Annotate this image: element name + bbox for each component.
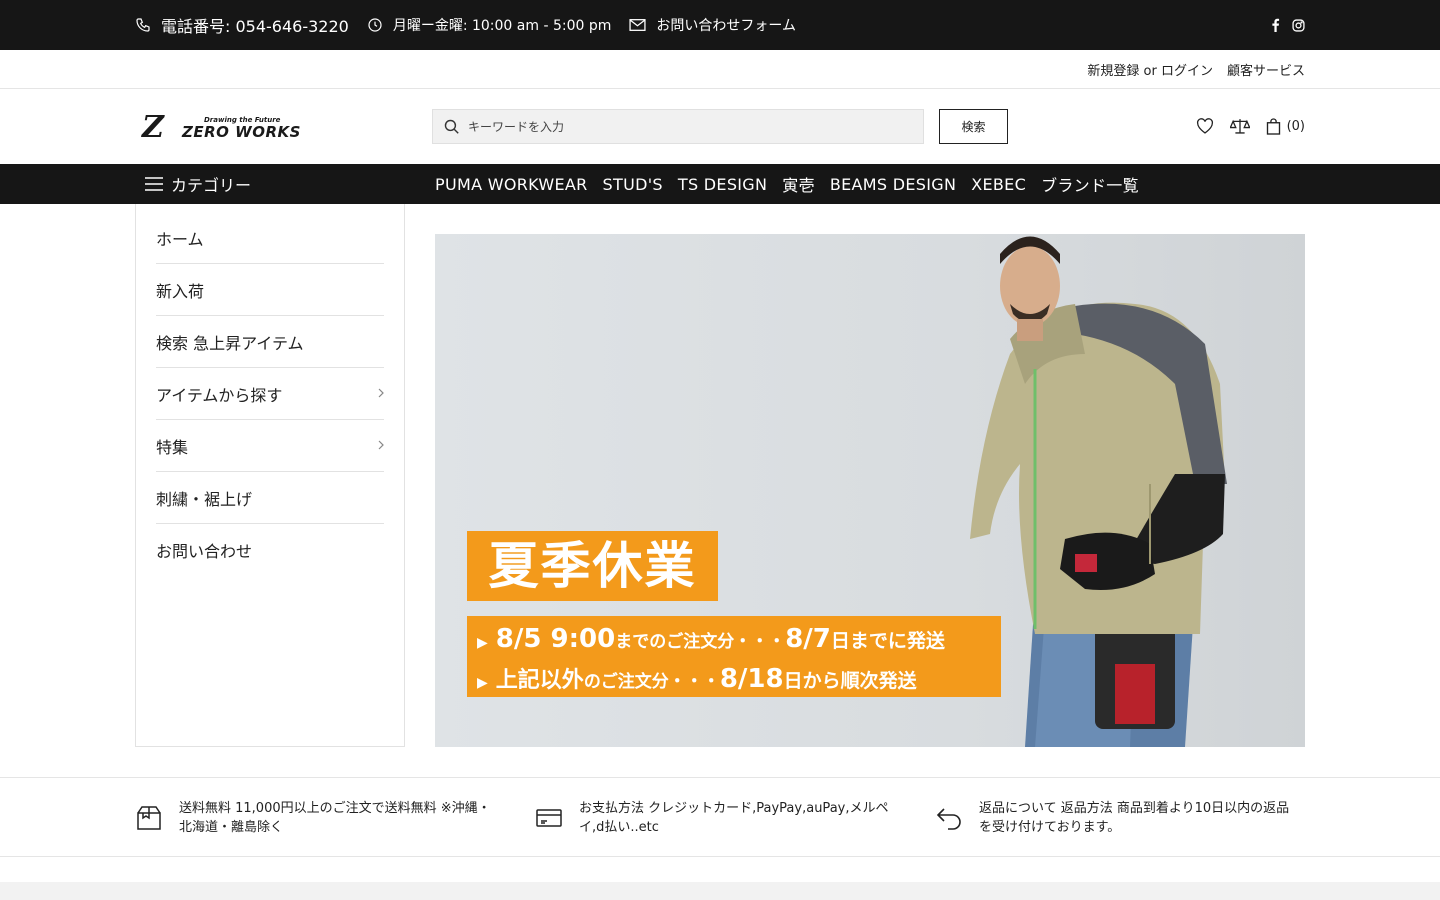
sidebar-item-label: アイテムから探す (156, 385, 283, 405)
category-sidebar: ホーム 新入荷 検索 急上昇アイテム アイテムから探す 特集 刺繍・裾上げ お問… (135, 204, 405, 747)
banner-title: 夏季休業 (467, 531, 718, 601)
return-arrow-icon (936, 808, 961, 830)
nav-link-puma-workwear[interactable]: PUMA WORKWEAR (435, 175, 588, 194)
banner-line-2: ▶ 上記以外のご注文分・・・8/18日から順次発送 (477, 662, 917, 694)
nav-link-brand-list[interactable]: ブランド一覧 (1041, 172, 1139, 196)
logo-wordmark: ZERO WORKS (182, 123, 301, 141)
banner-line1-suffix: 日までに発送 (830, 630, 945, 652)
credit-card-icon (536, 809, 562, 827)
hamburger-menu-icon (145, 177, 163, 191)
hero-banner[interactable]: 夏季休業 ▶ 8/5 9:00までのご注文分・・・8/7日までに発送 ▶ 上記以… (435, 234, 1305, 747)
sidebar-item-new-arrivals[interactable]: 新入荷 (156, 264, 384, 316)
feature-returns-text: 返品について 返品方法 商品到着より10日以内の返品を受け付けております。 (979, 801, 1290, 835)
sidebar-item-trending[interactable]: 検索 急上昇アイテム (156, 316, 384, 368)
nav-link-toraichi[interactable]: 寅壱 (782, 172, 815, 196)
banner-line1-date: 8/5 9:00 (495, 624, 616, 654)
banner-shipping-info: ▶ 8/5 9:00までのご注文分・・・8/7日までに発送 ▶ 上記以外のご注文… (467, 616, 1001, 697)
clock-icon (368, 18, 382, 32)
main-nav: カテゴリー PUMA WORKWEAR STUD'S TS DESIGN 寅壱 … (0, 164, 1440, 204)
search-box (432, 109, 924, 144)
sidebar-item-embroidery-hemming[interactable]: 刺繍・裾上げ (156, 472, 384, 524)
sidebar-item-label: お問い合わせ (156, 542, 253, 561)
feature-payment-text: お支払方法 クレジットカード,PayPay,auPay,メルペイ,d払い..et… (579, 801, 889, 835)
chevron-right-icon (378, 388, 384, 398)
customer-service-link[interactable]: 顧客サービス (1227, 60, 1305, 79)
sidebar-item-features[interactable]: 特集 (156, 420, 384, 472)
feature-free-shipping-text: 送料無料 11,000円以上のご注文で送料無料 ※沖縄・北海道・離島除く (179, 801, 491, 835)
banner-line1-text: までのご注文分・・・ (615, 632, 786, 652)
search-button[interactable]: 検索 (939, 109, 1008, 144)
mail-icon (629, 19, 646, 31)
play-triangle-icon: ▶ (477, 675, 488, 691)
footer-top-band (0, 882, 1440, 900)
category-label: カテゴリー (171, 176, 252, 195)
banner-line2-date: 8/18 (719, 664, 784, 694)
brand-nav-links: PUMA WORKWEAR STUD'S TS DESIGN 寅壱 BEAMS … (435, 164, 1139, 204)
cart-link[interactable]: (0) (1266, 117, 1305, 135)
instagram-icon[interactable] (1292, 18, 1305, 32)
compare-scale-icon[interactable] (1229, 117, 1250, 135)
cart-count: (0) (1286, 118, 1305, 134)
sidebar-item-label: 刺繍・裾上げ (156, 489, 253, 509)
site-logo[interactable]: Z Drawing the Future ZERO WORKS (142, 111, 322, 143)
contact-form-link[interactable]: お問い合わせフォーム (629, 15, 796, 35)
sidebar-item-label: 検索 急上昇アイテム (156, 333, 304, 353)
nav-link-ts-design[interactable]: TS DESIGN (678, 175, 767, 194)
shopping-bag-icon (1266, 117, 1280, 135)
phone-number: 電話番号: 054-646-3220 (161, 17, 349, 36)
logo-mark: Z (142, 110, 164, 145)
nav-link-beams-design[interactable]: BEAMS DESIGN (830, 175, 956, 194)
top-utility-bar: 電話番号: 054-646-3220 月曜ー金曜: 10:00 am - 5:0… (0, 0, 1440, 50)
package-box-icon (137, 806, 161, 830)
hours-text: 月曜ー金曜: 10:00 am - 5:00 pm (392, 18, 612, 34)
contact-form-label: お問い合わせフォーム (656, 18, 796, 34)
play-triangle-icon: ▶ (477, 635, 488, 651)
search-input[interactable] (468, 119, 908, 134)
sidebar-item-home[interactable]: ホーム (156, 212, 384, 264)
chevron-right-icon (378, 440, 384, 450)
search-icon (444, 119, 459, 134)
feature-payment-methods: お支払方法 クレジットカード,PayPay,auPay,メルペイ,d払い..et… (535, 778, 899, 858)
banner-line2-text: のご注文分・・・ (583, 672, 720, 692)
service-features: 送料無料 11,000円以上のご注文で送料無料 ※沖縄・北海道・離島除く お支払… (0, 777, 1440, 857)
feature-free-shipping: 送料無料 11,000円以上のご注文で送料無料 ※沖縄・北海道・離島除く (135, 778, 499, 858)
nav-link-xebec[interactable]: XEBEC (971, 175, 1026, 194)
phone-info[interactable]: 電話番号: 054-646-3220 (135, 13, 349, 37)
phone-icon (136, 18, 150, 32)
site-header: Z Drawing the Future ZERO WORKS 検索 (0) (0, 89, 1440, 164)
category-menu-toggle[interactable]: カテゴリー (145, 164, 251, 204)
header-actions: (0) (1196, 117, 1305, 135)
sidebar-item-browse-by-item[interactable]: アイテムから探す (156, 368, 384, 420)
banner-line-1: ▶ 8/5 9:00までのご注文分・・・8/7日までに発送 (477, 624, 945, 654)
nav-link-studs[interactable]: STUD'S (603, 175, 663, 194)
banner-line2-suffix: 日から順次発送 (783, 670, 917, 692)
account-bar: 新規登録 or ログイン 顧客サービス (0, 50, 1440, 89)
social-links (1271, 18, 1305, 32)
feature-returns: 返品について 返品方法 商品到着より10日以内の返品を受け付けております。 (935, 778, 1299, 858)
sidebar-item-label: 特集 (156, 437, 189, 457)
facebook-icon[interactable] (1271, 18, 1280, 32)
banner-line1-ship-date: 8/7 (785, 624, 831, 654)
sidebar-item-label: ホーム (156, 229, 204, 249)
banner-line2-lead: 上記以外 (495, 668, 584, 693)
business-hours: 月曜ー金曜: 10:00 am - 5:00 pm (367, 15, 612, 35)
register-login-link[interactable]: 新規登録 or ログイン (1087, 60, 1213, 79)
heart-icon[interactable] (1196, 118, 1214, 134)
sidebar-item-contact[interactable]: お問い合わせ (156, 524, 384, 576)
sidebar-item-label: 新入荷 (156, 281, 205, 301)
